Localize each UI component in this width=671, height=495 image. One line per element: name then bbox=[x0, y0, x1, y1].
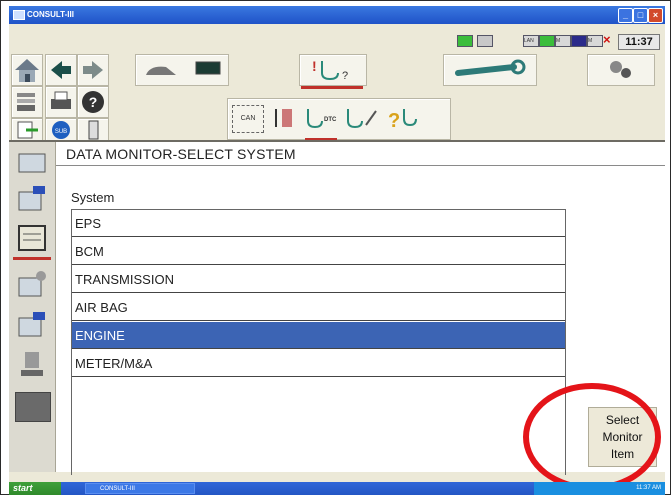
left-sidebar bbox=[9, 142, 56, 472]
vi-status-icon bbox=[571, 35, 587, 47]
svg-text:SUB: SUB bbox=[55, 129, 67, 135]
help-icon: ? bbox=[82, 91, 104, 113]
main-toolbar: LAN M M × 11:37 ? SUB ! ? CAN DTC ? bbox=[9, 24, 665, 142]
vi-device-icon bbox=[88, 120, 99, 140]
arrow-left-icon bbox=[51, 61, 71, 79]
print-button[interactable] bbox=[45, 86, 77, 118]
close-button[interactable]: × bbox=[648, 8, 663, 23]
help-button[interactable]: ? bbox=[77, 86, 109, 118]
help-mode-icon[interactable]: ? bbox=[386, 105, 420, 132]
system-item-air-bag[interactable]: AIR BAG bbox=[72, 294, 565, 321]
sidebar-blank-button[interactable] bbox=[15, 392, 51, 426]
exit-button[interactable] bbox=[11, 118, 43, 142]
system-column-header: System bbox=[71, 190, 115, 205]
home-button[interactable] bbox=[11, 54, 43, 86]
settings-button[interactable] bbox=[587, 54, 655, 86]
monitor-mode-icon[interactable] bbox=[344, 105, 380, 131]
dtc-mode-icon[interactable]: DTC bbox=[304, 105, 338, 131]
title-divider bbox=[56, 165, 665, 166]
home-icon bbox=[15, 59, 39, 82]
back-button[interactable] bbox=[45, 54, 77, 86]
svg-text:?: ? bbox=[388, 110, 400, 131]
wrench-icon bbox=[455, 59, 526, 76]
system-list: EPS BCM TRANSMISSION AIR BAG ENGINE METE… bbox=[71, 209, 566, 475]
sidebar-work-support-icon[interactable] bbox=[15, 308, 49, 342]
battery-status-icon bbox=[457, 35, 473, 47]
svg-text:?: ? bbox=[89, 94, 98, 110]
title-bar: CONSULT-III _ □ × bbox=[9, 6, 665, 24]
sub-button[interactable]: SUB bbox=[45, 118, 77, 142]
svg-text:!: ! bbox=[312, 58, 317, 74]
connection-status-icon bbox=[477, 35, 493, 47]
page-title: DATA MONITOR-SELECT SYSTEM bbox=[66, 146, 296, 162]
diagnosis-mode-strip: CAN DTC ? bbox=[227, 98, 451, 140]
lan-status-icon: LAN bbox=[523, 35, 539, 47]
can-mode-icon[interactable]: CAN bbox=[232, 105, 264, 133]
system-item-meter[interactable]: METER/M&A bbox=[72, 350, 565, 377]
system-item-bcm[interactable]: BCM bbox=[72, 238, 565, 265]
sidebar-ecu-icon[interactable] bbox=[15, 146, 49, 180]
vehicle-connection-button[interactable] bbox=[135, 54, 229, 86]
clock: 11:37 bbox=[618, 34, 660, 50]
sidebar-dtc-icon[interactable] bbox=[15, 182, 49, 216]
svg-text:DTC: DTC bbox=[324, 117, 337, 123]
taskbar: start CONSULT-III 11:37 AM bbox=[9, 482, 665, 495]
device-button[interactable] bbox=[77, 118, 109, 142]
error-x-icon: × bbox=[603, 32, 611, 47]
system-item-transmission[interactable]: TRANSMISSION bbox=[72, 266, 565, 293]
documents-icon bbox=[17, 93, 35, 111]
svg-text:?: ? bbox=[342, 70, 348, 82]
maximize-button[interactable]: □ bbox=[633, 8, 648, 23]
stacked-docs-button[interactable] bbox=[11, 86, 43, 118]
stethoscope-icon: !? bbox=[312, 58, 348, 82]
printer-icon bbox=[51, 91, 71, 109]
sidebar-active-indicator bbox=[13, 257, 51, 260]
diagnosis-button[interactable]: !? bbox=[299, 54, 367, 86]
active-mode-indicator bbox=[301, 86, 363, 89]
start-button[interactable]: start bbox=[9, 482, 61, 495]
exit-icon bbox=[17, 121, 38, 139]
taskbar-item-consult[interactable]: CONSULT-III bbox=[85, 483, 195, 494]
arrow-right-icon bbox=[83, 61, 103, 79]
system-item-eps[interactable]: EPS bbox=[72, 210, 565, 237]
annotation-circle bbox=[523, 383, 661, 491]
m-status-icon: M bbox=[555, 35, 571, 47]
gears-icon bbox=[610, 61, 631, 78]
flow-mode-icon[interactable] bbox=[268, 105, 298, 131]
sidebar-ecu-id-icon[interactable] bbox=[15, 348, 49, 382]
sidebar-active-test-icon[interactable] bbox=[15, 268, 49, 302]
work-support-button[interactable] bbox=[443, 54, 537, 86]
system-tray: 11:37 AM bbox=[534, 482, 665, 495]
minimize-button[interactable]: _ bbox=[618, 8, 633, 23]
app-icon bbox=[13, 10, 25, 20]
forward-button[interactable] bbox=[77, 54, 109, 86]
m2-status-icon: M bbox=[587, 35, 603, 47]
window-title: CONSULT-III bbox=[27, 10, 74, 19]
car-battery-icon bbox=[146, 61, 221, 75]
sidebar-data-monitor-icon[interactable] bbox=[15, 222, 49, 256]
system-item-engine[interactable]: ENGINE bbox=[72, 322, 565, 349]
sub-icon: SUB bbox=[52, 121, 70, 139]
signal-status-icon bbox=[539, 35, 555, 47]
